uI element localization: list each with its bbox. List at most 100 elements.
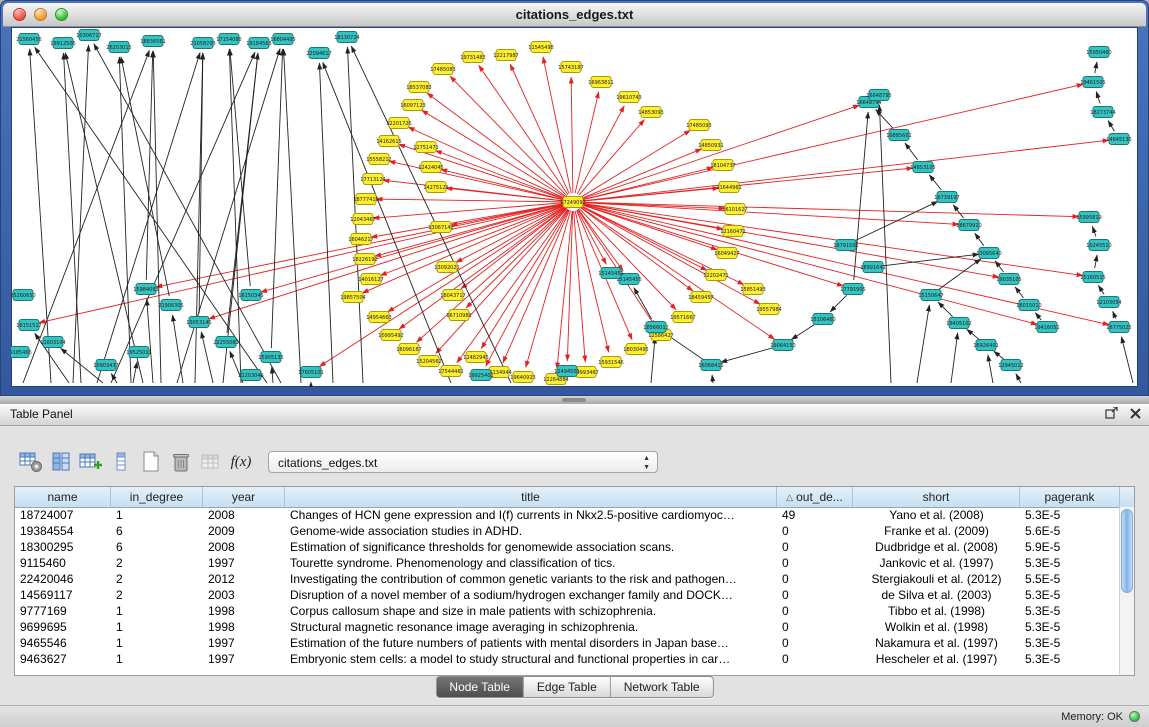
graph-edge[interactable] <box>929 175 941 190</box>
graph-node[interactable]: 18991641 <box>860 262 885 273</box>
new-column-icon[interactable] <box>76 449 106 475</box>
graph-node[interactable]: 15743187 <box>558 62 583 73</box>
graph-node[interactable]: 14275121 <box>423 182 448 193</box>
graph-edge[interactable] <box>1095 255 1097 268</box>
graph-edge[interactable] <box>1095 62 1097 73</box>
graph-edge[interactable] <box>376 199 564 202</box>
table-row[interactable]: 1938455462009Genome-wide association stu… <box>15 523 1120 539</box>
graph-node[interactable]: 12217987 <box>493 50 518 61</box>
graph-node[interactable]: 15150647 <box>918 290 943 301</box>
function-builder-icon[interactable]: f(x) <box>226 449 256 475</box>
graph-edge[interactable] <box>1113 311 1116 318</box>
graph-node[interactable]: 19185466 <box>11 347 32 358</box>
table-row[interactable]: 946554611997Estimation of the future num… <box>15 635 1120 651</box>
graph-edge[interactable] <box>582 84 1083 200</box>
table-row[interactable]: 1830029562008Estimation of significance … <box>15 539 1120 555</box>
graph-edge[interactable] <box>582 168 913 201</box>
graph-node[interactable]: 18777411 <box>353 194 378 205</box>
graph-edge[interactable] <box>995 261 1003 272</box>
column-visibility-icon[interactable] <box>46 449 76 475</box>
graph-edge[interactable] <box>879 105 891 383</box>
graph-node[interactable]: 16015010 <box>1016 300 1041 311</box>
graph-edge[interactable] <box>651 337 655 383</box>
graph-edge[interactable] <box>571 77 573 193</box>
graph-node[interactable]: 16963811 <box>588 77 613 88</box>
graph-node[interactable]: 18104737 <box>710 160 735 171</box>
graph-node[interactable]: 10306717 <box>76 30 101 41</box>
graph-node[interactable]: 16648795 <box>866 90 891 101</box>
graph-edge[interactable] <box>579 120 645 196</box>
graph-edge[interactable] <box>510 64 569 194</box>
graph-edge[interactable] <box>575 211 609 353</box>
graph-node[interactable]: 12945012 <box>998 360 1023 371</box>
tab-edge-table[interactable]: Edge Table <box>524 677 611 697</box>
graph-node[interactable]: 15106460 <box>810 314 835 325</box>
graph-node[interactable]: 16739197 <box>934 192 959 203</box>
graph-edge[interactable] <box>173 315 183 383</box>
graph-edge[interactable] <box>35 47 267 383</box>
graph-edge[interactable] <box>133 362 137 383</box>
graph-node[interactable]: 14850931 <box>698 140 723 151</box>
graph-edge[interactable] <box>582 202 1079 216</box>
graph-node[interactable]: 18679910 <box>956 220 981 231</box>
graph-edge[interactable] <box>119 57 131 383</box>
graph-node[interactable]: 16775025 <box>1106 322 1131 333</box>
graph-node[interactable]: 12201726 <box>386 118 411 129</box>
graph-edge[interactable] <box>938 259 981 290</box>
graph-node[interactable]: 13095640 <box>976 248 1001 259</box>
graph-node[interactable]: 12043467 <box>350 214 375 225</box>
graph-edge[interactable] <box>399 207 566 329</box>
graph-edge[interactable] <box>1098 285 1104 294</box>
graph-node[interactable]: 25260650 <box>11 290 36 301</box>
column-header-out_degree[interactable]: △out_de... <box>777 487 853 507</box>
graph-edge[interactable] <box>319 63 333 383</box>
graph-hub-node[interactable]: 17249092 <box>560 197 585 208</box>
delete-column-icon[interactable] <box>106 449 136 475</box>
graph-edge[interactable] <box>577 106 624 194</box>
minimize-button[interactable] <box>34 8 47 21</box>
float-icon[interactable] <box>1105 407 1118 419</box>
graph-node[interactable]: 15905135 <box>258 352 283 363</box>
graph-node[interactable]: 19053145 <box>186 317 211 328</box>
graph-node[interactable]: 13092021 <box>434 262 459 273</box>
graph-node[interactable]: 18791501 <box>833 240 858 251</box>
tab-node-table[interactable]: Node Table <box>436 677 524 697</box>
graph-edge[interactable] <box>121 57 169 296</box>
graph-edge[interactable] <box>230 49 250 286</box>
graph-edge[interactable] <box>271 49 282 348</box>
graph-node[interactable]: 21058703 <box>190 38 215 49</box>
graph-node[interactable]: 18130724 <box>334 32 359 43</box>
import-table-icon[interactable] <box>196 449 226 475</box>
graph-node[interactable]: 15558212 <box>366 154 391 165</box>
network-view[interactable]: 1724909211545498122179871973148317485083… <box>11 27 1138 387</box>
graph-node[interactable]: 17544461 <box>438 366 463 377</box>
graph-edge[interactable] <box>39 204 564 323</box>
graph-node[interactable]: 11545498 <box>528 42 553 53</box>
graph-edge[interactable] <box>854 112 868 280</box>
graph-node[interactable]: 16804405 <box>270 34 295 45</box>
graph-node[interactable]: 19857504 <box>340 292 365 303</box>
graph-node[interactable]: 18226192 <box>352 254 377 265</box>
scrollbar-thumb[interactable] <box>1121 509 1133 593</box>
graph-edge[interactable] <box>917 305 929 383</box>
graph-node[interactable]: 16097123 <box>400 100 425 111</box>
graph-edge[interactable] <box>951 333 958 383</box>
graph-node[interactable]: 12202471 <box>703 270 728 281</box>
graph-node[interactable]: 14645136 <box>1106 134 1131 145</box>
graph-edge[interactable] <box>575 92 599 193</box>
close-button[interactable] <box>13 8 26 21</box>
panel-splitter[interactable] <box>0 396 1149 404</box>
graph-edge[interactable] <box>967 329 979 339</box>
graph-edge[interactable] <box>201 332 213 383</box>
table-scrollbar[interactable] <box>1119 507 1134 675</box>
graph-node[interactable]: 17713124 <box>360 174 385 185</box>
graph-node[interactable]: 19035105 <box>996 274 1021 285</box>
graph-edge[interactable] <box>791 324 815 340</box>
table-row[interactable]: 1872400712008Changes of HCN gene express… <box>15 507 1120 523</box>
table-row[interactable]: 969969511998Structural magnetic resonanc… <box>15 619 1120 635</box>
graph-node[interactable]: 18030495 <box>623 344 648 355</box>
graph-edge[interactable] <box>436 209 567 354</box>
graph-node[interactable]: 18273744 <box>1090 107 1115 118</box>
graph-node[interactable]: 16150345 <box>238 290 263 301</box>
graph-node[interactable]: 26203015 <box>106 42 131 53</box>
